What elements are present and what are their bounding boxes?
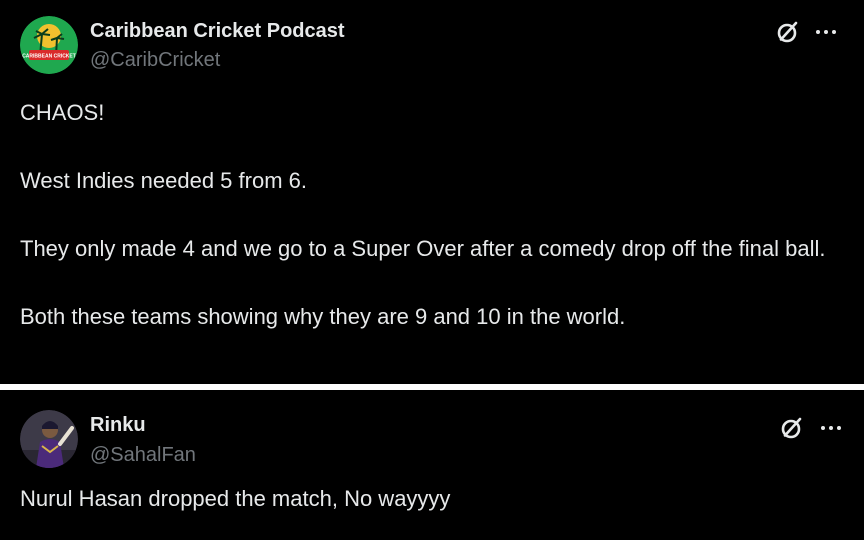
- avatar[interactable]: CARIBBEAN CRICKET: [20, 16, 78, 74]
- tweet-paragraph: They only made 4 and we go to a Super Ov…: [20, 236, 826, 261]
- more-options-icon[interactable]: [815, 28, 837, 36]
- author-handle[interactable]: @CaribCricket: [90, 49, 220, 72]
- tweet-paragraph: West Indies needed 5 from 6.: [20, 168, 307, 193]
- tweet-card[interactable]: CARIBBEAN CRICKET Caribbean Cricket Podc…: [0, 0, 864, 384]
- author-name[interactable]: Caribbean Cricket Podcast: [90, 20, 345, 43]
- author-name[interactable]: Rinku: [90, 414, 146, 437]
- avatar-logo-text: CARIBBEAN CRICKET: [22, 54, 76, 60]
- more-options-icon[interactable]: [820, 424, 842, 432]
- tweet-text: Nurul Hasan dropped the match, No wayyyy: [20, 482, 844, 516]
- tweet-card[interactable]: Rinku @SahalFan Nurul Hasan dropped the …: [0, 390, 864, 540]
- grok-icon[interactable]: [780, 416, 804, 440]
- tweet-paragraph: Nurul Hasan dropped the match, No wayyyy: [20, 486, 451, 511]
- avatar[interactable]: [20, 410, 78, 468]
- tweet-paragraph: CHAOS!: [20, 100, 105, 125]
- grok-icon[interactable]: [776, 20, 800, 44]
- tweet-paragraph: Both these teams showing why they are 9 …: [20, 304, 626, 329]
- author-handle[interactable]: @SahalFan: [90, 444, 196, 467]
- tweet-text: CHAOS! West Indies needed 5 from 6. They…: [20, 96, 844, 334]
